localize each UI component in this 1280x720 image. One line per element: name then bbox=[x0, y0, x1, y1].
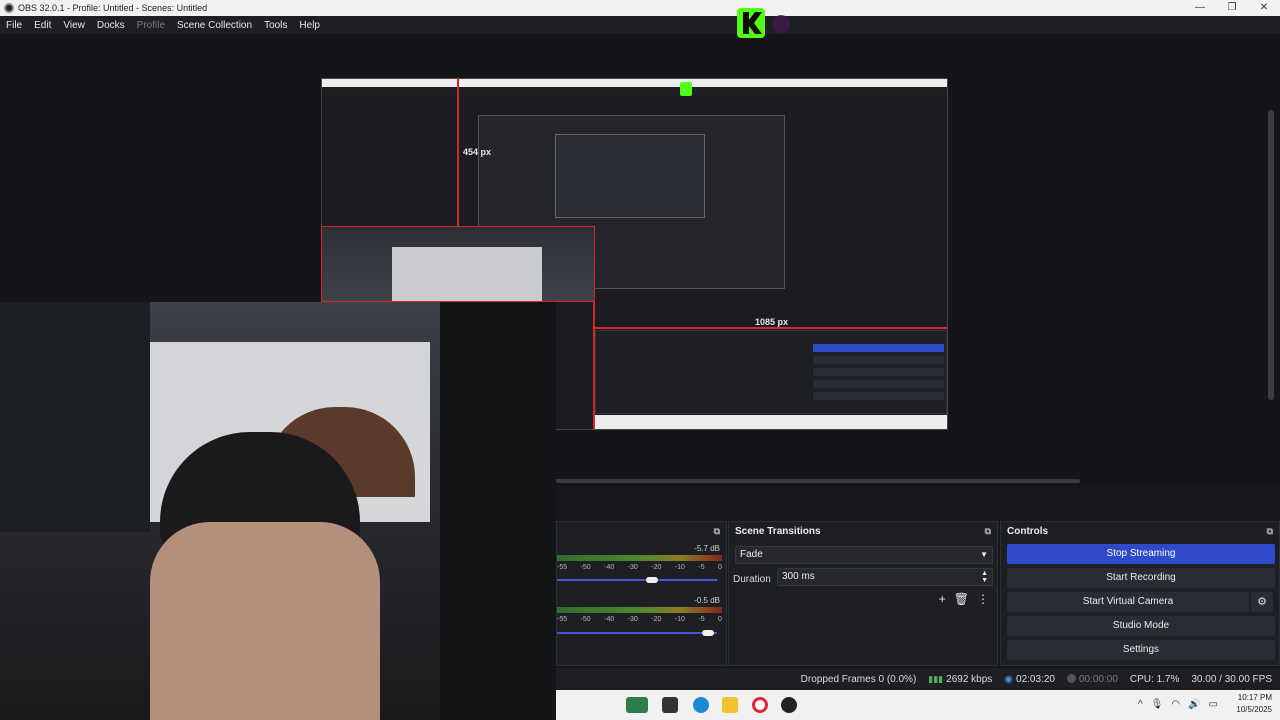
controls-title: Controls bbox=[1007, 525, 1049, 537]
system-tray: ^ 🎙 ◠ 🔊 ▭ bbox=[1138, 699, 1218, 710]
track2-meter bbox=[557, 607, 722, 613]
scene-transitions-title: Scene Transitions bbox=[735, 525, 821, 537]
undock-icon[interactable]: ⧉ bbox=[714, 526, 720, 537]
track2-volume-knob[interactable] bbox=[702, 630, 714, 636]
fps-status: 30.00 / 30.00 FPS bbox=[1191, 673, 1272, 685]
trash-icon[interactable]: 🗑 bbox=[954, 592, 969, 606]
menu-view[interactable]: View bbox=[63, 20, 85, 31]
selection-guide-horizontal bbox=[595, 327, 947, 329]
selection-guide-vertical bbox=[457, 78, 459, 226]
track1-db: -5.7 dB bbox=[694, 544, 720, 553]
track2-ticks: -55 -50 -40 -30 -20 -10 -5 0 bbox=[557, 616, 722, 623]
webcam-overlay bbox=[0, 302, 556, 720]
clock[interactable]: 10:17 PM 10/5/2025 bbox=[1236, 692, 1272, 716]
nested-webcam-source[interactable] bbox=[321, 226, 595, 302]
microphone-icon[interactable]: 🎙 bbox=[1151, 699, 1164, 710]
restore-button[interactable]: ❐ bbox=[1216, 0, 1248, 16]
close-button[interactable]: ✕ bbox=[1248, 0, 1280, 16]
windows-taskbar: ^ 🎙 ◠ 🔊 ▭ 10:17 PM 10/5/2025 bbox=[556, 690, 1280, 720]
menu-file[interactable]: File bbox=[6, 20, 22, 31]
width-measure-label: 1085 px bbox=[755, 317, 789, 327]
wifi-icon[interactable]: ◠ bbox=[1171, 699, 1180, 710]
virtual-camera-settings-gear-icon[interactable]: ⚙ bbox=[1251, 592, 1273, 612]
chevron-down-icon: ▼ bbox=[980, 550, 988, 559]
menu-edit[interactable]: Edit bbox=[34, 20, 51, 31]
menu-tools[interactable]: Tools bbox=[264, 20, 287, 31]
bitrate-status: ▮▮▮ 2692 kbps bbox=[928, 673, 993, 685]
terminal-app-icon[interactable] bbox=[662, 697, 678, 713]
add-icon[interactable]: + bbox=[939, 592, 946, 606]
track2-volume-slider[interactable] bbox=[557, 632, 717, 634]
signal-bars-icon: ▮▮▮ bbox=[928, 673, 944, 684]
battery-icon[interactable]: ▭ bbox=[1209, 699, 1218, 710]
file-explorer-icon[interactable] bbox=[722, 697, 738, 713]
window-controls: — ❐ ✕ bbox=[1184, 0, 1280, 16]
title-bar: OBS 32.0.1 - Profile: Untitled - Scenes:… bbox=[0, 0, 1280, 16]
transition-select[interactable]: Fade ▼ bbox=[735, 546, 993, 564]
dropped-frames: Dropped Frames 0 (0.0%) bbox=[800, 673, 917, 685]
menu-help[interactable]: Help bbox=[299, 20, 320, 31]
obs-screen: OBS 32.0.1 - Profile: Untitled - Scenes:… bbox=[0, 0, 1280, 720]
track1-volume-knob[interactable] bbox=[646, 577, 658, 583]
studio-mode-button[interactable]: Studio Mode bbox=[1007, 616, 1275, 636]
spin-arrows-icon[interactable]: ▲ ▼ bbox=[981, 570, 988, 584]
obs-logo-icon bbox=[4, 3, 14, 13]
menu-docks[interactable]: Docks bbox=[97, 20, 125, 31]
undock-icon[interactable]: ⧉ bbox=[985, 526, 991, 537]
preview-vertical-scrollbar[interactable] bbox=[1268, 110, 1274, 400]
nested-display-capture-3 bbox=[555, 134, 705, 218]
stream-time-status: ◉ 02:03:20 bbox=[1004, 673, 1055, 685]
photos-app-icon[interactable] bbox=[626, 697, 648, 713]
nested-taskbar bbox=[595, 415, 947, 429]
edge-browser-icon[interactable] bbox=[693, 697, 709, 713]
duration-input[interactable]: 300 ms ▲ ▼ bbox=[777, 568, 993, 586]
clock-date: 10/5/2025 bbox=[1236, 705, 1272, 714]
menu-bar: File Edit View Docks Profile Scene Colle… bbox=[0, 16, 1280, 34]
stop-streaming-button[interactable]: Stop Streaming bbox=[1007, 544, 1275, 564]
opera-browser-icon[interactable] bbox=[752, 697, 768, 713]
minimize-button[interactable]: — bbox=[1184, 0, 1216, 16]
menu-scene-collection[interactable]: Scene Collection bbox=[177, 20, 252, 31]
nested-kick-logo bbox=[680, 82, 692, 96]
height-measure-label: 454 px bbox=[463, 147, 492, 157]
scene-transitions-dock: Scene Transitions ⧉ Fade ▼ Duration 300 … bbox=[728, 521, 998, 666]
chevron-up-icon[interactable]: ^ bbox=[1138, 699, 1143, 710]
obs-taskbar-icon[interactable] bbox=[781, 697, 797, 713]
track1-meter bbox=[557, 555, 722, 561]
stream-icon: ◉ bbox=[1004, 673, 1014, 685]
undock-icon[interactable]: ⧉ bbox=[1267, 526, 1273, 537]
record-icon bbox=[1066, 674, 1076, 684]
track1-volume-slider[interactable] bbox=[557, 579, 717, 581]
record-time-status: 00:00:00 bbox=[1066, 674, 1118, 685]
cpu-status: CPU: 1.7% bbox=[1129, 673, 1180, 685]
controls-dock: Controls ⧉ Stop Streaming Start Recordin… bbox=[1000, 521, 1280, 666]
settings-button[interactable]: Settings bbox=[1007, 640, 1275, 660]
start-virtual-camera-button[interactable]: Start Virtual Camera bbox=[1007, 592, 1249, 612]
more-options-icon[interactable]: ⋮ bbox=[977, 592, 989, 606]
preview-horizontal-scrollbar[interactable] bbox=[556, 479, 1080, 483]
start-recording-button[interactable]: Start Recording bbox=[1007, 568, 1275, 588]
transition-toolbar: + 🗑 ⋮ bbox=[939, 592, 989, 606]
menu-profile[interactable]: Profile bbox=[137, 20, 165, 31]
kick-logo-overlay bbox=[737, 8, 790, 38]
duration-label: Duration bbox=[733, 574, 771, 585]
window-title: OBS 32.0.1 - Profile: Untitled - Scenes:… bbox=[18, 3, 208, 13]
track2-db: -0.5 dB bbox=[694, 596, 720, 605]
volume-icon[interactable]: 🔊 bbox=[1188, 699, 1200, 710]
clock-time: 10:17 PM bbox=[1237, 693, 1272, 702]
status-bar: Dropped Frames 0 (0.0%) ▮▮▮ 2692 kbps ◉ 02… bbox=[556, 668, 1280, 690]
track1-ticks: -55 -50 -40 -30 -20 -10 -5 0 bbox=[557, 564, 722, 571]
audio-mixer-dock: ⧉ -5.7 dB -55 -50 -40 -30 -20 -10 -5 0 -0.5 dB … bbox=[556, 521, 727, 666]
